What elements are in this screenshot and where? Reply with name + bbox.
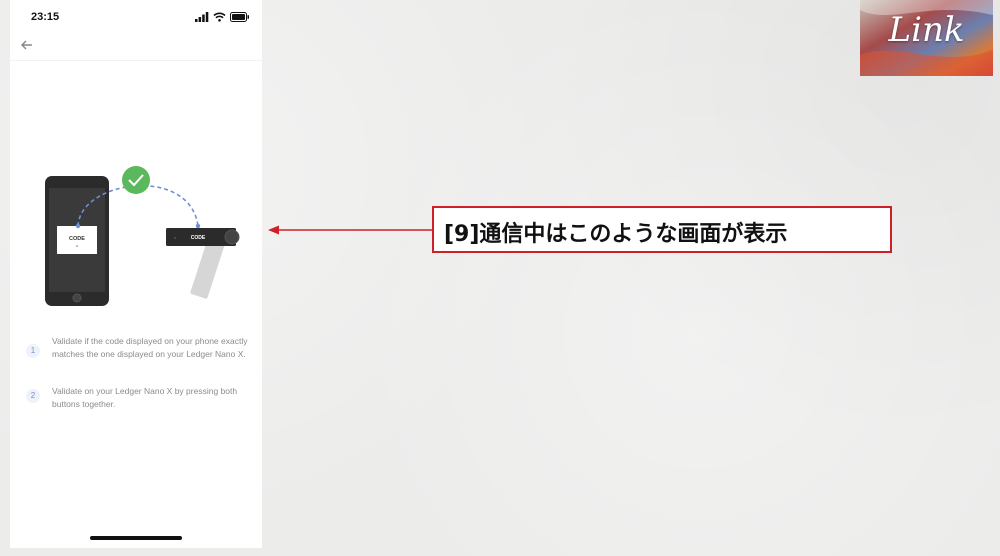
nav-divider (10, 60, 262, 61)
back-arrow-icon[interactable] (18, 37, 42, 53)
annotation-callout: [9]通信中はこのような画面が表示 (432, 206, 892, 253)
annotation-arrow (268, 225, 434, 235)
step-number: 1 (26, 344, 40, 358)
wifi-icon (213, 12, 226, 22)
svg-text:×: × (174, 236, 176, 240)
logo-text: Link (888, 10, 965, 50)
check-icon (122, 166, 150, 194)
status-icons (195, 11, 250, 22)
phone-screenshot: 23:15 CODE × CODE 1 Validate if the code… (10, 0, 262, 548)
annotation-text: [9]通信中はこのような画面が表示 (444, 222, 788, 247)
step-text: Validate on your Ledger Nano X by pressi… (52, 386, 238, 409)
step-number: 2 (26, 389, 40, 403)
link-logo: Link (860, 0, 993, 76)
device-code-label: CODE (191, 235, 206, 241)
step-text: Validate if the code displayed on your p… (52, 336, 248, 359)
pairing-illustration: CODE × CODE (45, 166, 240, 306)
phone-code-label: CODE (69, 236, 85, 242)
status-time: 23:15 (31, 11, 60, 23)
status-bar: 23:15 (10, 0, 262, 34)
battery-icon (230, 11, 249, 22)
home-indicator (90, 536, 182, 540)
signal-icon (195, 11, 209, 22)
